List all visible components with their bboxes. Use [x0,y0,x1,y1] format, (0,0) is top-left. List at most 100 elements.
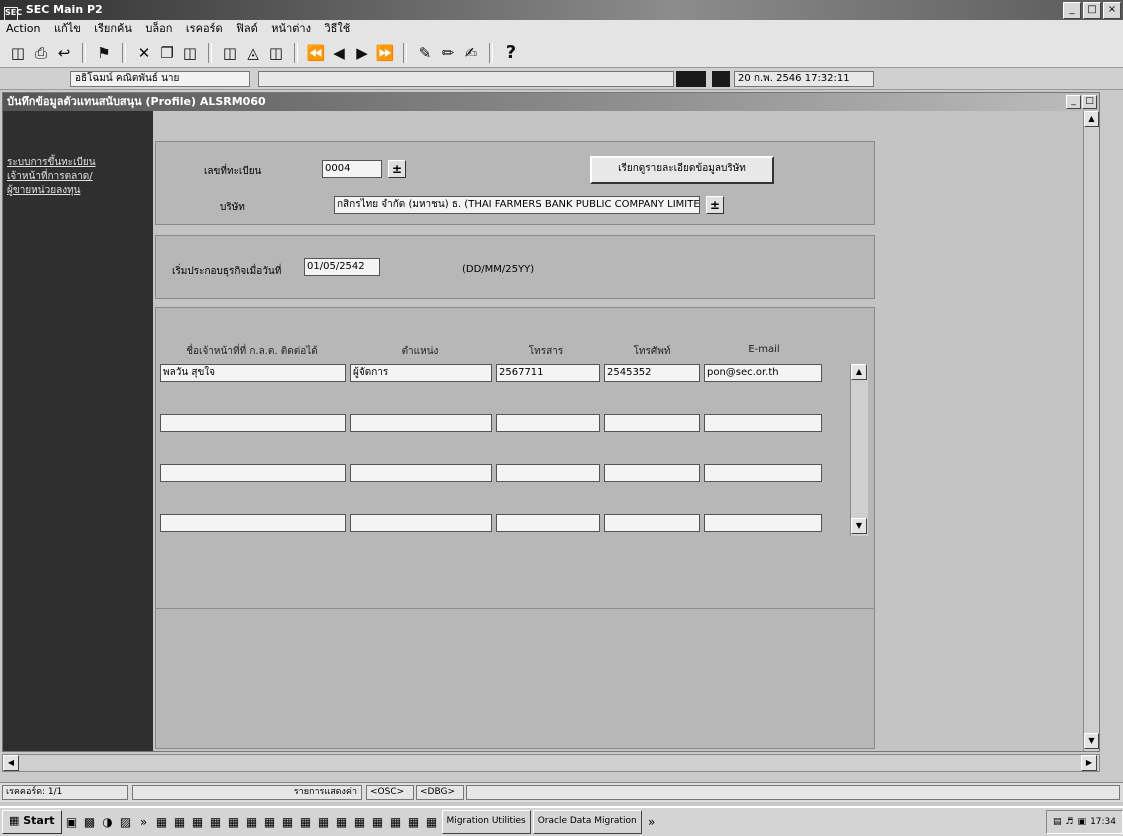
task-icon[interactable]: ▦ [226,814,242,830]
quicklaunch-icon[interactable]: ▨ [118,814,134,830]
task-icon[interactable]: ▦ [154,814,170,830]
email-field[interactable]: pon@sec.or.th [704,364,822,382]
task-icon[interactable]: ▦ [316,814,332,830]
nav-link-fund-seller[interactable]: ผู้ขายหน่วยลงทุน [7,184,149,198]
form-scrollbar[interactable]: ▲ ▼ [1083,111,1099,751]
task-icon[interactable]: ▦ [388,814,404,830]
delete-record-icon[interactable]: ◬ [243,43,263,63]
print-icon[interactable]: ⎙ [31,43,51,63]
fax-field[interactable]: 2567711 [496,364,600,382]
horizontal-scrollbar[interactable]: ◀ ▶ [2,754,1100,772]
scroll-right-icon[interactable]: ▶ [1081,755,1097,771]
task-icon[interactable]: ▦ [208,814,224,830]
save-icon[interactable]: ◫ [8,43,28,63]
tray-network-icon[interactable]: ▤ [1053,812,1062,832]
task-icon[interactable]: ▦ [172,814,188,830]
menu-action[interactable]: Action [6,22,40,35]
copy-icon[interactable]: ❐ [157,43,177,63]
form-minimize-button[interactable]: _ [1066,95,1081,109]
exit-icon[interactable]: ↩ [54,43,74,63]
tray-clock[interactable]: 17:34 [1090,812,1116,832]
phone-field[interactable] [604,464,700,482]
quicklaunch-icon[interactable]: ◑ [100,814,116,830]
email-field[interactable] [704,414,822,432]
insert-record-icon[interactable]: ◫ [220,43,240,63]
contact-name-field[interactable] [160,514,346,532]
menu-help[interactable]: วิธีใช้ [324,22,350,35]
task-migration-utilities[interactable]: Migration Utilities [441,810,531,834]
tray-volume-icon[interactable]: ♬ [1065,812,1073,832]
menu-field[interactable]: ฟิลด์ [236,22,258,35]
position-field[interactable] [350,414,492,432]
contacts-scrollbar[interactable]: ▲ ▼ [850,364,868,536]
form-scroll-down-icon[interactable]: ▼ [1084,733,1099,749]
task-icon[interactable]: ▦ [406,814,422,830]
task-icon[interactable]: ▦ [424,814,440,830]
desktop-icon[interactable]: ▣ [64,814,80,830]
header-position: ตำแหน่ง [401,346,439,357]
task-icon[interactable]: ▦ [280,814,296,830]
task-icon[interactable]: ▦ [262,814,278,830]
contact-name-field[interactable]: พลวัน สุขใจ [160,364,346,382]
start-button[interactable]: ▦ Start [2,810,62,834]
next-record-icon[interactable]: ▶ [352,43,372,63]
minimize-button[interactable]: _ [1063,2,1081,19]
maximize-button[interactable]: □ [1083,2,1101,19]
first-record-icon[interactable]: ⏪ [306,43,326,63]
contact-name-field[interactable] [160,464,346,482]
fax-field[interactable] [496,514,600,532]
phone-field[interactable]: 2545352 [604,364,700,382]
menu-window[interactable]: หน้าต่าง [271,22,311,35]
paste-icon[interactable]: ◫ [180,43,200,63]
quicklaunch-icon[interactable]: ▩ [82,814,98,830]
scroll-left-icon[interactable]: ◀ [3,755,19,771]
query-execute-icon[interactable]: ✏ [438,43,458,63]
company-field[interactable]: กสิกรไทย จำกัด (มหาชน) ธ. (THAI FARMERS … [334,196,700,214]
query-cancel-icon[interactable]: ✍ [461,43,481,63]
task-icon[interactable]: ▦ [298,814,314,830]
query-enter-icon[interactable]: ✎ [415,43,435,63]
position-field[interactable] [350,464,492,482]
last-record-icon[interactable]: ⏩ [375,43,395,63]
scroll-up-icon[interactable]: ▲ [851,364,867,380]
task-icon[interactable]: ▦ [334,814,350,830]
task-icon[interactable]: ▦ [190,814,206,830]
more-icon[interactable]: » [136,814,152,830]
fax-field[interactable] [496,464,600,482]
duplicate-icon[interactable]: ◫ [266,43,286,63]
contact-name-field[interactable] [160,414,346,432]
close-button[interactable]: × [1103,2,1121,19]
more-icon[interactable]: » [644,814,660,830]
previous-record-icon[interactable]: ◀ [329,43,349,63]
form-scroll-up-icon[interactable]: ▲ [1084,111,1099,127]
phone-field[interactable] [604,514,700,532]
task-icon[interactable]: ▦ [370,814,386,830]
cut-icon[interactable]: ✕ [134,43,154,63]
task-icon[interactable]: ▦ [352,814,368,830]
scroll-down-icon[interactable]: ▼ [851,518,867,534]
tray-app-icon[interactable]: ▣ [1078,812,1087,832]
company-details-button[interactable]: เรียกดูรายละเอียดข้อมูลบริษัท [590,156,774,184]
menu-query[interactable]: เรียกค้น [94,22,132,35]
reg-number-lov-button[interactable]: ± [388,160,406,178]
phone-field[interactable] [604,414,700,432]
help-icon[interactable]: ? [501,42,521,63]
company-lov-button[interactable]: ± [706,196,724,214]
task-oracle-data-migration[interactable]: Oracle Data Migration [532,810,642,834]
menu-block[interactable]: บล็อก [145,22,172,35]
reg-number-field[interactable]: 0004 [322,160,382,178]
position-field[interactable] [350,514,492,532]
email-field[interactable] [704,514,822,532]
fax-field[interactable] [496,414,600,432]
nav-link-marketing-officer[interactable]: เจ้าหน้าที่การตลาด/ [7,170,149,184]
nav-link-registration[interactable]: ระบบการขึ้นทะเบียน [7,156,149,170]
toolbar-separator [403,42,407,63]
menu-record[interactable]: เรคอร์ด [186,22,223,35]
start-date-field[interactable]: 01/05/2542 [304,258,380,276]
menu-edit[interactable]: แก้ไข [54,22,81,35]
task-icon[interactable]: ▦ [244,814,260,830]
email-field[interactable] [704,464,822,482]
clear-icon[interactable]: ⚑ [94,43,114,63]
position-field[interactable]: ผู้จัดการ [350,364,492,382]
form-maximize-button[interactable]: □ [1082,95,1097,109]
